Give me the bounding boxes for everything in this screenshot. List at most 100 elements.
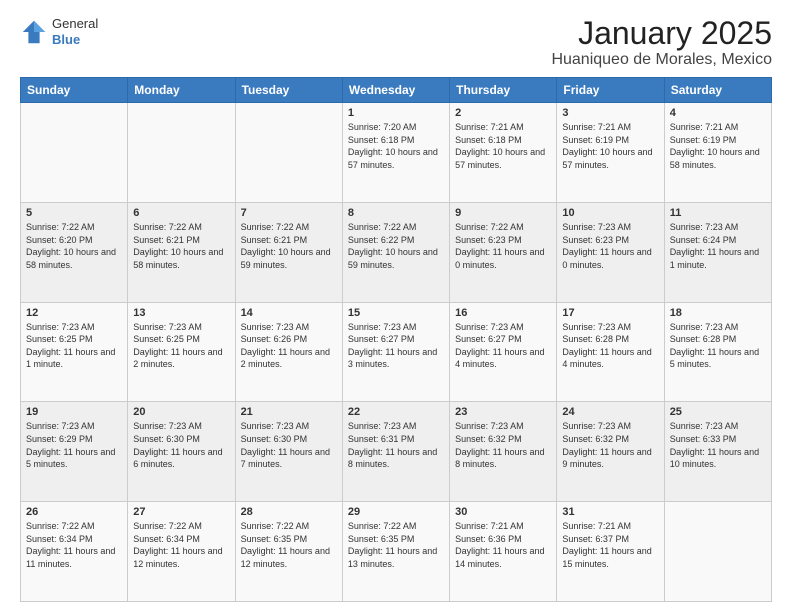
day-info: Sunrise: 7:23 AM Sunset: 6:28 PM Dayligh… [670, 321, 766, 371]
table-row: 18 Sunrise: 7:23 AM Sunset: 6:28 PM Dayli… [664, 302, 771, 402]
table-row: 20 Sunrise: 7:23 AM Sunset: 6:30 PM Dayli… [128, 402, 235, 502]
table-row: 6 Sunrise: 7:22 AM Sunset: 6:21 PM Daylig… [128, 202, 235, 302]
day-info: Sunrise: 7:23 AM Sunset: 6:24 PM Dayligh… [670, 221, 766, 271]
day-number: 24 [562, 406, 658, 418]
day-info: Sunrise: 7:23 AM Sunset: 6:32 PM Dayligh… [562, 420, 658, 470]
header: General Blue January 2025 Huaniqueo de M… [20, 16, 772, 69]
week-row-3: 19 Sunrise: 7:23 AM Sunset: 6:29 PM Dayli… [21, 402, 772, 502]
day-info: Sunrise: 7:23 AM Sunset: 6:28 PM Dayligh… [562, 321, 658, 371]
table-row: 31 Sunrise: 7:21 AM Sunset: 6:37 PM Dayli… [557, 502, 664, 602]
day-info: Sunrise: 7:23 AM Sunset: 6:32 PM Dayligh… [455, 420, 551, 470]
table-row: 29 Sunrise: 7:22 AM Sunset: 6:35 PM Dayli… [342, 502, 449, 602]
day-number: 19 [26, 406, 122, 418]
day-number: 21 [241, 406, 337, 418]
day-number: 18 [670, 307, 766, 319]
day-info: Sunrise: 7:21 AM Sunset: 6:37 PM Dayligh… [562, 520, 658, 570]
week-row-0: 1 Sunrise: 7:20 AM Sunset: 6:18 PM Daylig… [21, 103, 772, 203]
table-row: 24 Sunrise: 7:23 AM Sunset: 6:32 PM Dayli… [557, 402, 664, 502]
day-number: 2 [455, 107, 551, 119]
day-info: Sunrise: 7:21 AM Sunset: 6:18 PM Dayligh… [455, 121, 551, 171]
calendar-header-row: Sunday Monday Tuesday Wednesday Thursday… [21, 78, 772, 103]
logo-blue: Blue [52, 32, 98, 48]
title-block: January 2025 Huaniqueo de Morales, Mexic… [551, 16, 772, 69]
calendar-table: Sunday Monday Tuesday Wednesday Thursday… [20, 77, 772, 602]
day-number: 26 [26, 506, 122, 518]
day-number: 28 [241, 506, 337, 518]
week-row-4: 26 Sunrise: 7:22 AM Sunset: 6:34 PM Dayli… [21, 502, 772, 602]
day-info: Sunrise: 7:22 AM Sunset: 6:34 PM Dayligh… [133, 520, 229, 570]
table-row: 14 Sunrise: 7:23 AM Sunset: 6:26 PM Dayli… [235, 302, 342, 402]
day-info: Sunrise: 7:21 AM Sunset: 6:19 PM Dayligh… [562, 121, 658, 171]
table-row: 23 Sunrise: 7:23 AM Sunset: 6:32 PM Dayli… [450, 402, 557, 502]
day-number: 9 [455, 207, 551, 219]
table-row: 19 Sunrise: 7:23 AM Sunset: 6:29 PM Dayli… [21, 402, 128, 502]
day-info: Sunrise: 7:22 AM Sunset: 6:21 PM Dayligh… [241, 221, 337, 271]
day-info: Sunrise: 7:23 AM Sunset: 6:23 PM Dayligh… [562, 221, 658, 271]
day-info: Sunrise: 7:23 AM Sunset: 6:30 PM Dayligh… [241, 420, 337, 470]
table-row: 10 Sunrise: 7:23 AM Sunset: 6:23 PM Dayli… [557, 202, 664, 302]
day-number: 22 [348, 406, 444, 418]
table-row: 25Sunrise: 7:23 AM Sunset: 6:33 PM Dayli… [664, 402, 771, 502]
table-row: 9 Sunrise: 7:22 AM Sunset: 6:23 PM Daylig… [450, 202, 557, 302]
day-info: Sunrise: 7:22 AM Sunset: 6:35 PM Dayligh… [348, 520, 444, 570]
table-row: 3Sunrise: 7:21 AM Sunset: 6:19 PM Daylig… [557, 103, 664, 203]
day-number: 5 [26, 207, 122, 219]
day-info: Sunrise: 7:22 AM Sunset: 6:35 PM Dayligh… [241, 520, 337, 570]
day-number: 31 [562, 506, 658, 518]
day-info: Sunrise: 7:22 AM Sunset: 6:23 PM Dayligh… [455, 221, 551, 271]
table-row: 4 Sunrise: 7:21 AM Sunset: 6:19 PM Daylig… [664, 103, 771, 203]
day-number: 30 [455, 506, 551, 518]
table-row: 27Sunrise: 7:22 AM Sunset: 6:34 PM Dayli… [128, 502, 235, 602]
day-number: 17 [562, 307, 658, 319]
day-number: 13 [133, 307, 229, 319]
day-number: 4 [670, 107, 766, 119]
day-number: 16 [455, 307, 551, 319]
table-row: 12Sunrise: 7:23 AM Sunset: 6:25 PM Dayli… [21, 302, 128, 402]
week-row-1: 5 Sunrise: 7:22 AM Sunset: 6:20 PM Daylig… [21, 202, 772, 302]
day-info: Sunrise: 7:23 AM Sunset: 6:26 PM Dayligh… [241, 321, 337, 371]
day-number: 29 [348, 506, 444, 518]
col-friday: Friday [557, 78, 664, 103]
logo-text: General Blue [52, 16, 98, 47]
day-number: 6 [133, 207, 229, 219]
day-info: Sunrise: 7:23 AM Sunset: 6:33 PM Dayligh… [670, 420, 766, 470]
day-number: 23 [455, 406, 551, 418]
col-wednesday: Wednesday [342, 78, 449, 103]
day-info: Sunrise: 7:23 AM Sunset: 6:30 PM Dayligh… [133, 420, 229, 470]
day-info: Sunrise: 7:22 AM Sunset: 6:21 PM Dayligh… [133, 221, 229, 271]
table-row [235, 103, 342, 203]
day-number: 10 [562, 207, 658, 219]
page-subtitle: Huaniqueo de Morales, Mexico [551, 51, 772, 69]
col-tuesday: Tuesday [235, 78, 342, 103]
day-number: 20 [133, 406, 229, 418]
day-number: 1 [348, 107, 444, 119]
day-number: 12 [26, 307, 122, 319]
table-row [664, 502, 771, 602]
table-row: 28 Sunrise: 7:22 AM Sunset: 6:35 PM Dayli… [235, 502, 342, 602]
day-info: Sunrise: 7:22 AM Sunset: 6:34 PM Dayligh… [26, 520, 122, 570]
page-title: January 2025 [551, 16, 772, 51]
day-info: Sunrise: 7:22 AM Sunset: 6:20 PM Dayligh… [26, 221, 122, 271]
day-info: Sunrise: 7:21 AM Sunset: 6:19 PM Dayligh… [670, 121, 766, 171]
week-row-2: 12Sunrise: 7:23 AM Sunset: 6:25 PM Dayli… [21, 302, 772, 402]
logo-icon [20, 18, 48, 46]
day-info: Sunrise: 7:21 AM Sunset: 6:36 PM Dayligh… [455, 520, 551, 570]
col-monday: Monday [128, 78, 235, 103]
day-number: 15 [348, 307, 444, 319]
day-number: 14 [241, 307, 337, 319]
table-row: 5 Sunrise: 7:22 AM Sunset: 6:20 PM Daylig… [21, 202, 128, 302]
table-row: 17 Sunrise: 7:23 AM Sunset: 6:28 PM Dayli… [557, 302, 664, 402]
day-info: Sunrise: 7:22 AM Sunset: 6:22 PM Dayligh… [348, 221, 444, 271]
table-row [21, 103, 128, 203]
day-info: Sunrise: 7:23 AM Sunset: 6:29 PM Dayligh… [26, 420, 122, 470]
col-saturday: Saturday [664, 78, 771, 103]
day-number: 11 [670, 207, 766, 219]
table-row: 22 Sunrise: 7:23 AM Sunset: 6:31 PM Dayli… [342, 402, 449, 502]
day-number: 8 [348, 207, 444, 219]
day-info: Sunrise: 7:23 AM Sunset: 6:31 PM Dayligh… [348, 420, 444, 470]
page: General Blue January 2025 Huaniqueo de M… [0, 0, 792, 612]
table-row: 11 Sunrise: 7:23 AM Sunset: 6:24 PM Dayli… [664, 202, 771, 302]
day-info: Sunrise: 7:20 AM Sunset: 6:18 PM Dayligh… [348, 121, 444, 171]
table-row: 26 Sunrise: 7:22 AM Sunset: 6:34 PM Dayli… [21, 502, 128, 602]
table-row: 7Sunrise: 7:22 AM Sunset: 6:21 PM Daylig… [235, 202, 342, 302]
